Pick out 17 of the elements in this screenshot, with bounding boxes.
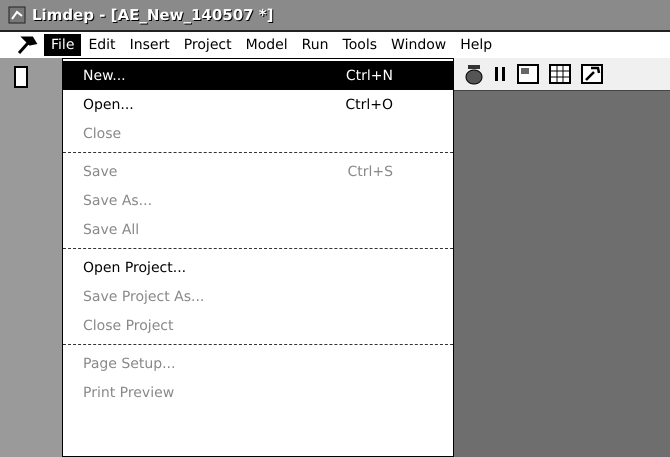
grid-icon[interactable]	[548, 63, 572, 85]
pause-icon[interactable]	[492, 64, 508, 84]
menu-item[interactable]: File	[44, 34, 82, 56]
menu-item[interactable]: Help	[453, 34, 500, 56]
menu-item[interactable]: Tools	[336, 34, 384, 56]
document-icon[interactable]	[14, 66, 28, 88]
menu-item[interactable]: Insert	[122, 34, 177, 56]
menu-item[interactable]: New... Ctrl+N	[63, 61, 453, 90]
menu-item[interactable]: Edit	[81, 34, 123, 56]
jar-icon[interactable]	[464, 63, 484, 85]
menu-item[interactable]: Project	[176, 34, 239, 56]
menu-item[interactable]: Run	[294, 34, 336, 56]
menu-item[interactable]: Window	[384, 34, 454, 56]
window-icon[interactable]	[516, 63, 540, 85]
menu-item[interactable]: Model	[238, 34, 295, 56]
window-title: Limdep - [AE_New_140507 *]	[32, 6, 274, 24]
app-icon	[8, 6, 26, 24]
